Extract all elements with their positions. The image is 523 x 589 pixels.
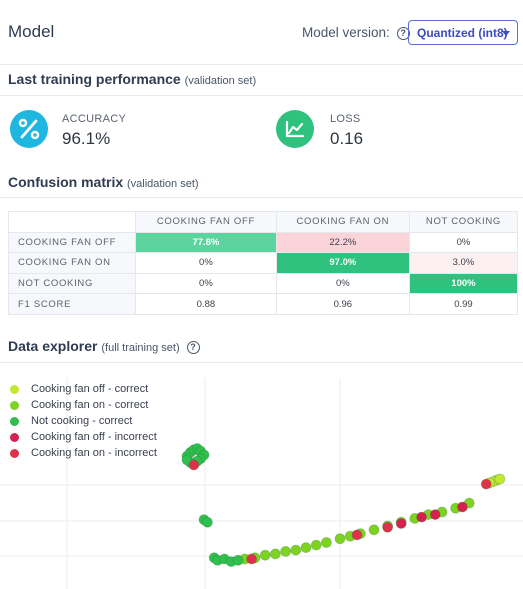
confusion-title: Confusion matrix <box>8 174 124 190</box>
data-point[interactable] <box>429 509 441 521</box>
performance-subtitle: (validation set) <box>184 75 257 87</box>
legend-swatch <box>10 432 19 442</box>
accuracy-label: ACCURACY <box>62 113 127 125</box>
column-header: COOKING FAN ON <box>275 211 410 233</box>
divider <box>0 95 523 96</box>
data-point[interactable] <box>280 545 292 557</box>
chevron-down-icon <box>502 31 510 36</box>
table-row: COOKING FAN ON 0% 97.0% 3.0% <box>8 252 519 274</box>
table-header-row: COOKING FAN OFF COOKING FAN ON NOT COOKI… <box>8 211 519 233</box>
legend-item[interactable]: Cooking fan off - incorrect <box>10 429 157 445</box>
legend-swatch <box>10 416 19 426</box>
column-header: COOKING FAN OFF <box>135 211 277 233</box>
data-point[interactable] <box>300 542 312 554</box>
column-header: NOT COOKING <box>408 211 519 233</box>
data-point[interactable] <box>246 553 258 565</box>
table-row: COOKING FAN OFF 77.8% 22.2% 0% <box>8 231 519 254</box>
f1-cell: 0.99 <box>408 293 519 315</box>
legend-label: Cooking fan off - incorrect <box>31 431 157 443</box>
table-row: NOT COOKING 0% 0% 100% <box>8 272 519 295</box>
table-corner-cell <box>8 211 136 233</box>
legend-label: Cooking fan on - incorrect <box>31 447 157 459</box>
legend-swatch <box>10 384 19 394</box>
f1-cell: 0.96 <box>275 293 410 315</box>
row-header: NOT COOKING <box>8 272 136 295</box>
data-point[interactable] <box>351 529 363 541</box>
model-version-label: Model version: ? <box>302 25 410 40</box>
matrix-cell: 77.8% <box>135 231 277 254</box>
legend-swatch <box>10 400 19 410</box>
confusion-matrix-table: COOKING FAN OFF COOKING FAN ON NOT COOKI… <box>8 211 519 315</box>
percent-icon <box>10 110 48 148</box>
loss-label: LOSS <box>330 113 361 125</box>
matrix-cell: 0% <box>135 252 277 274</box>
model-version-dropdown[interactable]: Quantized (int8) <box>408 20 518 45</box>
chart-line-icon <box>276 110 314 148</box>
matrix-cell: 22.2% <box>275 231 410 254</box>
divider <box>0 197 523 198</box>
data-point[interactable] <box>334 533 346 545</box>
data-point[interactable] <box>290 544 302 556</box>
data-point[interactable] <box>201 516 213 528</box>
data-point[interactable] <box>382 521 394 533</box>
data-point[interactable] <box>480 478 492 490</box>
model-version-value: Quantized (int8) <box>417 26 508 40</box>
data-point[interactable] <box>188 459 200 471</box>
explorer-section-title: Data explorer (full training set) ? <box>8 338 200 354</box>
legend-label: Not cooking - correct <box>31 415 133 427</box>
matrix-cell: 0% <box>135 272 277 295</box>
model-version-text: Model version: <box>302 25 390 40</box>
row-header: COOKING FAN ON <box>8 252 136 274</box>
data-point[interactable] <box>368 524 380 536</box>
divider <box>0 64 523 65</box>
performance-section-title: Last training performance (validation se… <box>8 71 256 87</box>
performance-title: Last training performance <box>8 71 181 87</box>
row-header: COOKING FAN OFF <box>8 231 136 254</box>
explorer-subtitle: (full training set) <box>101 342 180 354</box>
loss-value: 0.16 <box>330 129 364 148</box>
data-point[interactable] <box>259 549 271 561</box>
page-title: Model <box>8 22 55 41</box>
f1-cell: 0.88 <box>135 293 277 315</box>
matrix-cell: 100% <box>408 272 519 295</box>
data-point[interactable] <box>320 537 332 548</box>
row-header: F1 SCORE <box>8 293 136 315</box>
legend-item[interactable]: Cooking fan on - incorrect <box>10 445 157 461</box>
explorer-title: Data explorer <box>8 338 98 354</box>
table-row: F1 SCORE 0.88 0.96 0.99 <box>8 293 519 315</box>
plot-legend: Cooking fan off - correct Cooking fan on… <box>10 381 157 461</box>
accuracy-value: 96.1% <box>62 129 111 148</box>
model-header: Model Model version: ? Quantized (int8) <box>0 0 523 64</box>
data-point[interactable] <box>456 501 468 513</box>
confusion-section-title: Confusion matrix (validation set) <box>8 174 199 190</box>
legend-swatch <box>10 448 19 458</box>
data-point[interactable] <box>269 548 281 560</box>
legend-item[interactable]: Not cooking - correct <box>10 413 157 429</box>
legend-item[interactable]: Cooking fan off - correct <box>10 381 157 397</box>
help-icon[interactable]: ? <box>186 341 200 354</box>
data-point[interactable] <box>232 554 244 566</box>
data-point[interactable] <box>416 511 428 523</box>
legend-item[interactable]: Cooking fan on - correct <box>10 397 157 413</box>
data-point[interactable] <box>494 473 506 485</box>
matrix-cell: 97.0% <box>275 252 410 274</box>
confusion-subtitle: (validation set) <box>127 178 199 190</box>
divider <box>0 362 523 363</box>
matrix-cell: 0% <box>275 272 410 295</box>
plot-points <box>181 443 506 568</box>
matrix-cell: 0% <box>408 231 519 254</box>
legend-label: Cooking fan on - correct <box>31 399 149 411</box>
data-point[interactable] <box>310 539 322 551</box>
legend-label: Cooking fan off - correct <box>31 383 149 395</box>
data-point[interactable] <box>395 518 407 529</box>
matrix-cell: 3.0% <box>408 252 519 274</box>
